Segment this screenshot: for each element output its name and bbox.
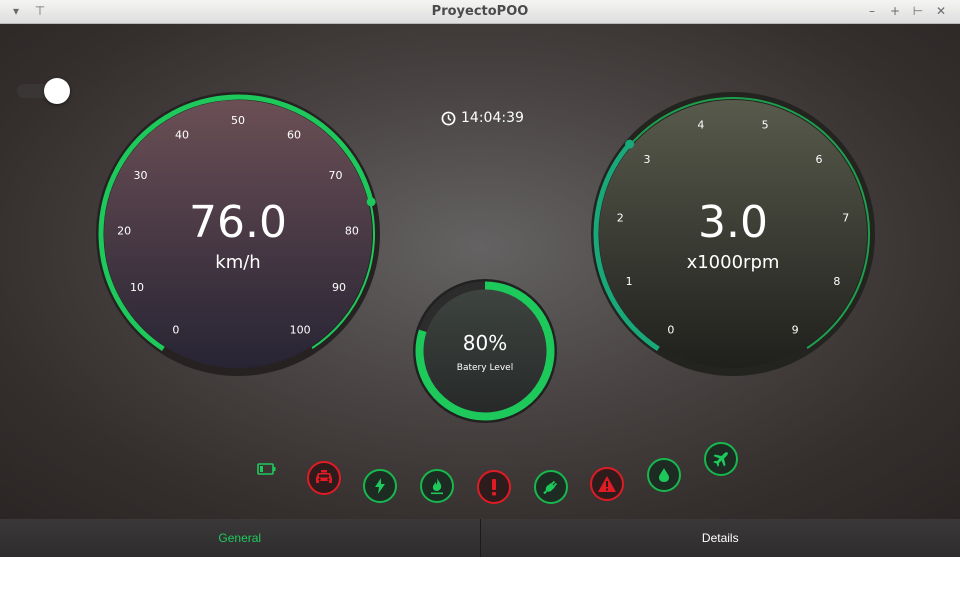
tab-general[interactable]: General (0, 519, 481, 557)
indicator-fuel[interactable] (420, 469, 454, 503)
snap-icon[interactable]: ⊢ (910, 3, 926, 19)
title-bar: ▾ ⊤ ProyectoPOO – + ⊢ ✕ (0, 0, 960, 24)
speed-tick-label: 100 (290, 324, 311, 337)
speed-tick-label: 60 (287, 129, 301, 142)
rpm-tick-label: 9 (792, 324, 799, 337)
speed-tick-label: 20 (117, 224, 131, 237)
battery-percent: 80% (463, 331, 507, 355)
water-drop-icon (659, 468, 669, 482)
rpm-tick-label: 1 (626, 275, 633, 288)
speed-tick-label: 0 (172, 324, 179, 337)
rpm-tick-label: 8 (833, 275, 840, 288)
rpm-tick-label: 5 (762, 119, 769, 132)
warning-triangle-icon (598, 476, 616, 492)
rpm-gauge: 0 1 2 3 4 5 6 7 8 9 3.0 x1000rpm (591, 92, 875, 376)
plug-icon (543, 480, 558, 495)
speed-tick-label: 50 (231, 114, 245, 127)
speed-unit: km/h (215, 252, 260, 273)
airplane-icon (713, 452, 728, 467)
app-window: ▾ ⊤ ProyectoPOO – + ⊢ ✕ 14:04:39 0 10 20… (0, 0, 960, 557)
gauges-canvas: 0 10 20 30 40 50 60 70 80 90 100 76.0 km/h 0 1 2 3 4 5 6… (96, 92, 875, 423)
rpm-tick-label: 0 (667, 324, 674, 337)
minimize-icon[interactable]: – (864, 3, 880, 19)
indicator-electric[interactable] (363, 469, 397, 503)
flame-icon (431, 478, 443, 495)
indicator-coolant[interactable] (647, 458, 681, 492)
speed-tick-label: 90 (332, 281, 346, 294)
rpm-tick-label: 7 (842, 212, 849, 225)
indicator-battery[interactable] (250, 452, 284, 486)
rpm-tick-label: 6 (816, 153, 823, 166)
lightning-icon (375, 478, 385, 494)
battery-label: Batery Level (457, 363, 513, 373)
speed-value: 76.0 (189, 197, 287, 248)
tab-details[interactable]: Details (481, 519, 960, 557)
close-icon[interactable]: ✕ (933, 3, 949, 19)
speed-tick-label: 80 (345, 224, 359, 237)
battery-gauge: 80% Batery Level (413, 279, 557, 423)
maximize-icon[interactable]: + (887, 3, 903, 19)
dashboard: 14:04:39 0 10 20 30 40 50 60 70 80 90 10… (0, 24, 960, 519)
speed-tick-label: 10 (130, 281, 144, 294)
rpm-gauge-needle-dot (625, 139, 635, 149)
indicator-error[interactable] (477, 470, 511, 504)
indicator-charging[interactable] (534, 470, 568, 504)
indicator-flight[interactable] (704, 442, 738, 476)
indicator-warning[interactable] (590, 467, 624, 501)
rpm-unit: x1000rpm (687, 252, 780, 273)
speed-tick-label: 30 (134, 169, 148, 182)
battery-icon (257, 463, 276, 475)
rpm-tick-label: 3 (644, 153, 651, 166)
window-title: ProyectoPOO (431, 4, 529, 19)
rpm-tick-label: 4 (697, 119, 704, 132)
speed-gauge: 0 10 20 30 40 50 60 70 80 90 100 76.0 km/h (96, 92, 380, 376)
tab-bar: General Details (0, 519, 960, 557)
speed-gauge-needle-dot (366, 197, 376, 207)
rpm-value: 3.0 (698, 197, 768, 248)
indicator-car[interactable] (307, 461, 341, 495)
exclamation-icon (492, 479, 496, 496)
speed-tick-label: 70 (329, 169, 343, 182)
speed-tick-label: 40 (175, 129, 189, 142)
car-icon (316, 470, 332, 483)
rpm-tick-label: 2 (617, 212, 624, 225)
